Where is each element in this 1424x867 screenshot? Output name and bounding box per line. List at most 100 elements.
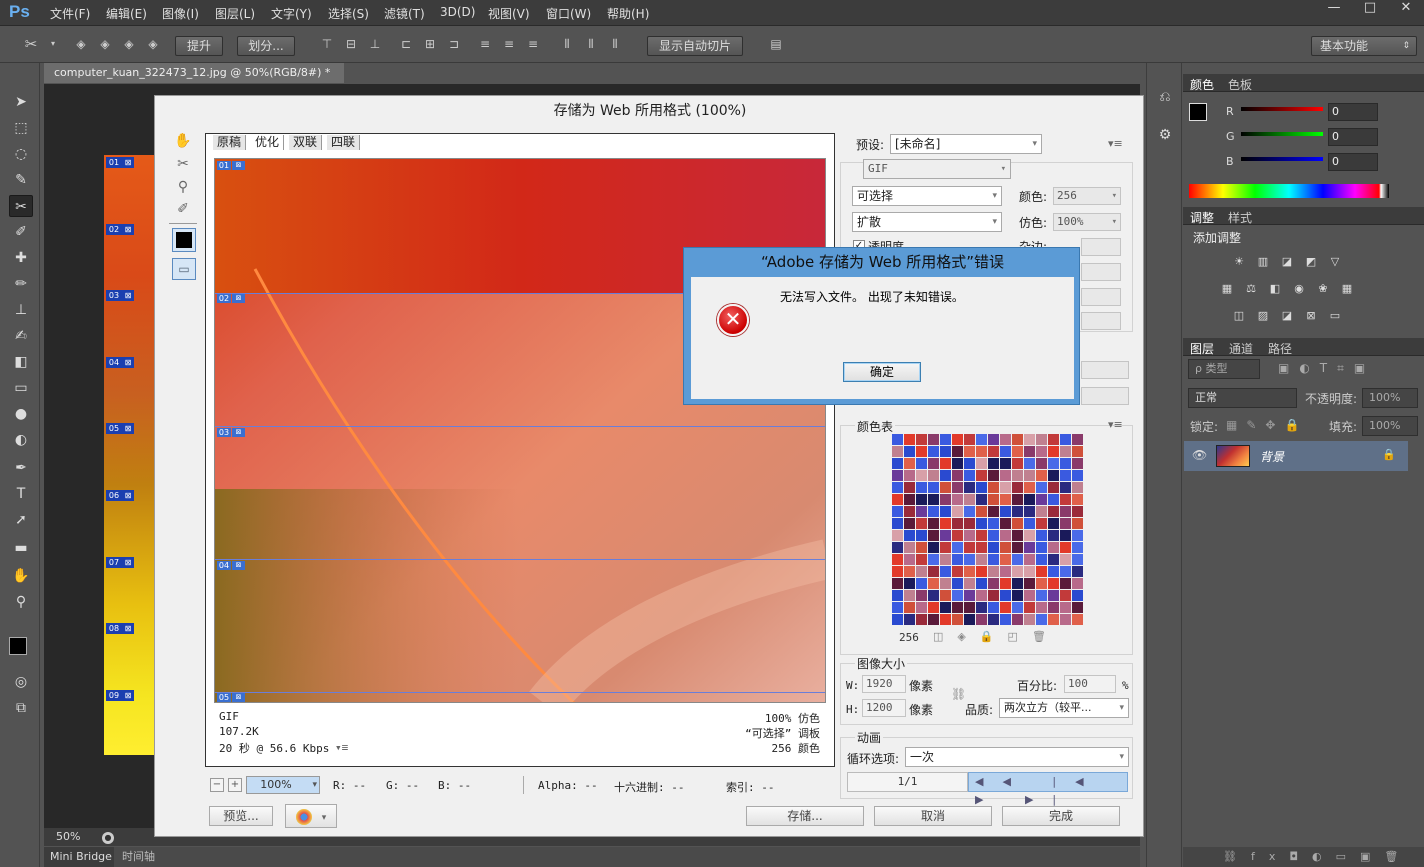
tab-4up[interactable]: 四联	[327, 135, 361, 150]
color-swatch[interactable]	[976, 614, 987, 625]
color-swatch[interactable]	[892, 602, 903, 613]
color-swatch[interactable]	[988, 458, 999, 469]
color-swatch[interactable]	[940, 542, 951, 553]
color-swatch[interactable]	[1036, 566, 1047, 577]
color-swatch[interactable]	[892, 542, 903, 553]
color-swatch[interactable]	[976, 566, 987, 577]
color-swatch[interactable]	[976, 482, 987, 493]
color-swatch[interactable]	[904, 530, 915, 541]
healing-brush-icon[interactable]: ✚	[9, 247, 33, 269]
color-swatch[interactable]	[952, 602, 963, 613]
color-swatch[interactable]	[928, 578, 939, 589]
done-button[interactable]: 完成	[1002, 806, 1120, 826]
align-right-icon[interactable]: ⊐	[445, 36, 463, 52]
color-swatch[interactable]	[940, 506, 951, 517]
color-swatch[interactable]	[988, 470, 999, 481]
color-swatch[interactable]	[1024, 530, 1035, 541]
color-swatch[interactable]	[988, 494, 999, 505]
hand-tool-icon[interactable]: ✋	[9, 565, 33, 587]
color-swatch[interactable]	[988, 614, 999, 625]
color-swatch[interactable]	[1012, 506, 1023, 517]
color-swatch[interactable]	[904, 518, 915, 529]
color-swatch[interactable]	[1024, 602, 1035, 613]
menu-filter[interactable]: 滤镜(T)	[384, 5, 425, 22]
color-swatch[interactable]	[976, 518, 987, 529]
restore-button[interactable]: □	[1352, 0, 1388, 18]
color-swatch[interactable]	[916, 506, 927, 517]
color-swatch[interactable]	[940, 494, 951, 505]
lossy-select[interactable]	[1081, 312, 1121, 330]
color-swatch[interactable]	[940, 614, 951, 625]
color-swatch[interactable]	[1072, 602, 1083, 613]
fill-field[interactable]: 100%	[1362, 416, 1418, 436]
channel-mixer-icon[interactable]: ❀	[1315, 282, 1331, 296]
color-swatch[interactable]	[940, 470, 951, 481]
color-swatch[interactable]	[1048, 506, 1059, 517]
color-swatch[interactable]	[1036, 470, 1047, 481]
color-swatch[interactable]	[1012, 578, 1023, 589]
color-swatch[interactable]	[1024, 614, 1035, 625]
color-swatch[interactable]	[1072, 542, 1083, 553]
type-tool-icon[interactable]: T	[9, 483, 33, 505]
color-swatch[interactable]	[1012, 554, 1023, 565]
color-swatch[interactable]	[1072, 614, 1083, 625]
align-hcenter-icon[interactable]: ⊞	[421, 36, 439, 52]
color-swatch[interactable]	[1012, 602, 1023, 613]
blur-tool-icon[interactable]: ●	[9, 403, 33, 425]
layer-filter-select[interactable]: ρ 类型	[1188, 359, 1260, 379]
color-swatch[interactable]	[1060, 542, 1071, 553]
color-swatch[interactable]	[1060, 506, 1071, 517]
color-swatch[interactable]	[1048, 530, 1059, 541]
color-swatch[interactable]	[1012, 458, 1023, 469]
download-speed-menu-icon[interactable]: ▾≡	[335, 741, 348, 754]
color-swatch[interactable]	[904, 542, 915, 553]
color-swatch[interactable]	[1000, 458, 1011, 469]
color-swatch[interactable]	[928, 554, 939, 565]
color-swatch[interactable]	[952, 494, 963, 505]
color-swatch[interactable]	[1048, 470, 1059, 481]
color-swatch[interactable]	[892, 614, 903, 625]
brush-tool-icon[interactable]: ✏	[9, 273, 33, 295]
color-swatch[interactable]	[1012, 446, 1023, 457]
color-swatch[interactable]	[928, 506, 939, 517]
pen-tool-icon[interactable]: ✒	[9, 457, 33, 479]
color-swatch[interactable]	[988, 578, 999, 589]
color-table-actions-icons[interactable]: ◫◈🔒◰🗑	[933, 630, 1060, 643]
tab-timeline[interactable]: 时间轴	[122, 847, 155, 867]
distribute-top-icon[interactable]: ≡	[476, 36, 494, 52]
color-swatch[interactable]	[964, 494, 975, 505]
color-swatch[interactable]	[1012, 542, 1023, 553]
workspace-switcher[interactable]: 基本功能 ⇕	[1311, 36, 1417, 56]
color-swatch[interactable]	[952, 506, 963, 517]
color-swatch[interactable]	[904, 614, 915, 625]
color-table[interactable]	[891, 433, 1085, 627]
color-swatch[interactable]	[1048, 446, 1059, 457]
color-swatch[interactable]	[928, 614, 939, 625]
color-swatch[interactable]	[1000, 494, 1011, 505]
color-swatch[interactable]	[1048, 554, 1059, 565]
color-swatch[interactable]	[1060, 458, 1071, 469]
layer-filter-icons[interactable]: ▣◐T⌗▣	[1278, 361, 1375, 376]
shape-tool-icon[interactable]: ▬	[9, 537, 33, 559]
color-swatch[interactable]	[916, 566, 927, 577]
color-swatch[interactable]	[1000, 530, 1011, 541]
color-swatch[interactable]	[1072, 494, 1083, 505]
color-swatch[interactable]	[964, 458, 975, 469]
color-swatch[interactable]	[916, 614, 927, 625]
color-swatch[interactable]	[1024, 470, 1035, 481]
color-swatch[interactable]	[952, 578, 963, 589]
color-swatch[interactable]	[1036, 482, 1047, 493]
color-swatch[interactable]	[964, 446, 975, 457]
color-swatch[interactable]	[1072, 554, 1083, 565]
color-swatch[interactable]	[988, 482, 999, 493]
color-swatch[interactable]	[1000, 614, 1011, 625]
color-swatch[interactable]	[952, 566, 963, 577]
menu-help[interactable]: 帮助(H)	[607, 5, 649, 22]
color-swatch[interactable]	[916, 494, 927, 505]
layer-row-background[interactable]: 👁 背景 🔒	[1184, 441, 1408, 471]
color-swatch[interactable]	[952, 434, 963, 445]
color-swatch[interactable]	[964, 506, 975, 517]
align-bottom-icon[interactable]: ⊥	[366, 36, 384, 52]
color-swatch[interactable]	[988, 590, 999, 601]
color-swatch[interactable]	[1012, 470, 1023, 481]
